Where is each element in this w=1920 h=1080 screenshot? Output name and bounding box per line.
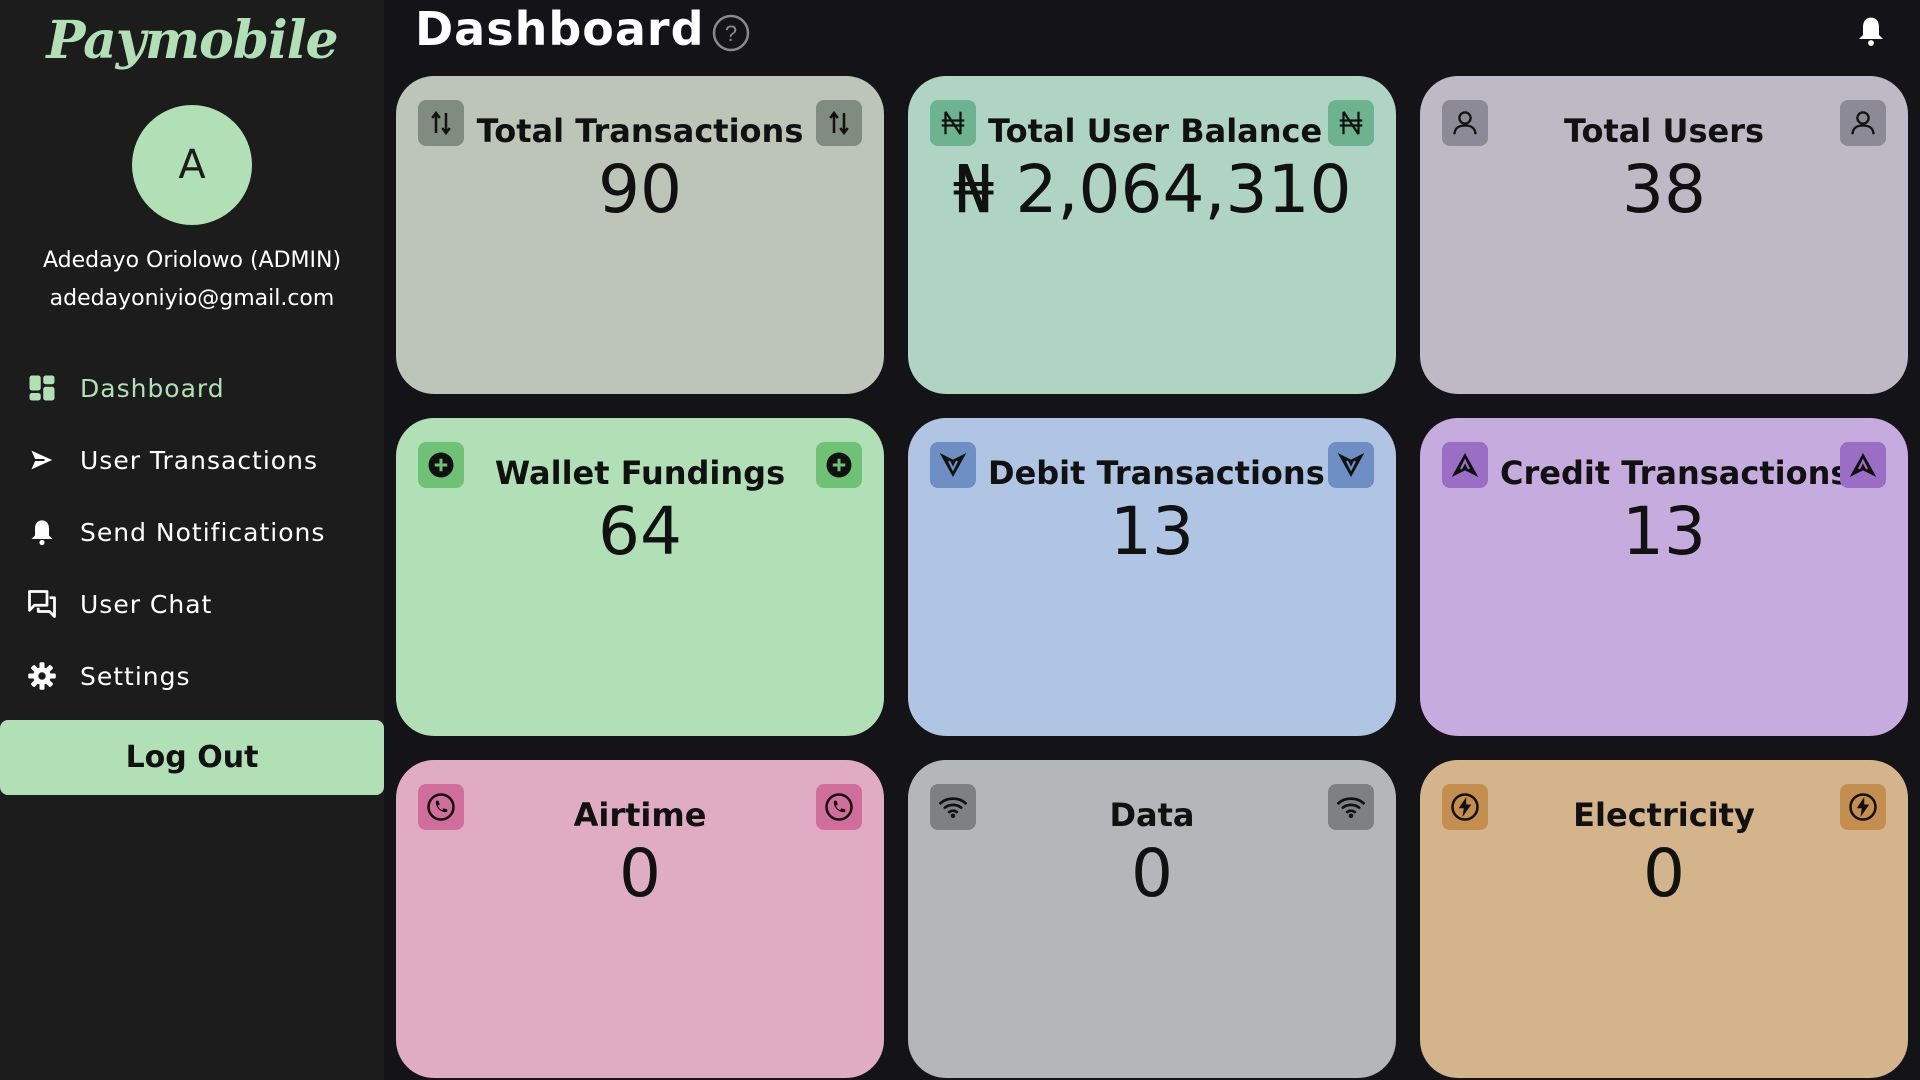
card-data: Data 0: [908, 760, 1396, 1078]
debit-icon: [1328, 442, 1374, 488]
card-value: 90: [598, 151, 682, 228]
user-email: adedayoniyio@gmail.com: [49, 286, 335, 311]
plus-circle-icon: [816, 442, 862, 488]
sidebar-item-user-chat[interactable]: User Chat: [0, 568, 384, 640]
sidebar-item-send-notifications[interactable]: Send Notifications: [0, 496, 384, 568]
sidebar-item-label: Send Notifications: [80, 517, 326, 547]
card-total-transactions: Total Transactions 90: [396, 76, 884, 394]
card-title: Electricity: [1573, 796, 1755, 834]
card-title: Debit Transactions: [988, 454, 1325, 492]
card-title: Credit Transactions: [1500, 454, 1850, 492]
swap-arrows-icon: [816, 100, 862, 146]
app-logo: Paymobile: [46, 10, 338, 71]
sidebar-item-label: Dashboard: [80, 373, 225, 403]
plus-circle-icon: [418, 442, 464, 488]
card-title: Data: [1109, 796, 1195, 834]
chat-icon: [26, 588, 58, 620]
card-value: 0: [1131, 835, 1173, 912]
help-icon[interactable]: ?: [712, 14, 750, 52]
wifi-icon: [930, 784, 976, 830]
sidebar-nav: Dashboard User Transactions Send Notific…: [0, 352, 384, 712]
debit-icon: [930, 442, 976, 488]
wifi-icon: [1328, 784, 1374, 830]
bell-icon: [26, 516, 58, 548]
card-value: 13: [1110, 493, 1194, 570]
card-value: ₦ 2,064,310: [952, 151, 1352, 228]
send-icon: [26, 444, 58, 476]
sidebar-item-label: Settings: [80, 661, 191, 691]
sidebar-item-dashboard[interactable]: Dashboard: [0, 352, 384, 424]
sidebar-item-user-transactions[interactable]: User Transactions: [0, 424, 384, 496]
dashboard-icon: [26, 372, 58, 404]
phone-icon: [816, 784, 862, 830]
card-title: Total Users: [1563, 112, 1765, 150]
card-total-user-balance: Total User Balance ₦ 2,064,310: [908, 76, 1396, 394]
naira-icon: [1328, 100, 1374, 146]
card-total-users: Total Users 38: [1420, 76, 1908, 394]
naira-icon: [930, 100, 976, 146]
card-airtime: Airtime 0: [396, 760, 884, 1078]
user-icon: [1840, 100, 1886, 146]
sidebar: Paymobile A Adedayo Oriolowo (ADMIN) ade…: [0, 0, 384, 1080]
card-debit-transactions: Debit Transactions 13: [908, 418, 1396, 736]
log-out-button[interactable]: Log Out: [0, 720, 384, 795]
user-name: Adedayo Oriolowo (ADMIN): [42, 248, 342, 273]
card-value: 13: [1622, 493, 1706, 570]
page-title: Dashboard: [415, 2, 705, 56]
credit-icon: [1840, 442, 1886, 488]
card-credit-transactions: Credit Transactions 13: [1420, 418, 1908, 736]
card-value: 38: [1622, 151, 1706, 228]
card-electricity: Electricity 0: [1420, 760, 1908, 1078]
lightning-icon: [1442, 784, 1488, 830]
notification-bell-icon[interactable]: [1855, 14, 1887, 48]
card-title: Total Transactions: [476, 112, 804, 150]
card-wallet-fundings: Wallet Fundings 64: [396, 418, 884, 736]
card-title: Total User Balance: [988, 112, 1323, 150]
sidebar-item-settings[interactable]: Settings: [0, 640, 384, 712]
avatar: A: [132, 105, 252, 225]
sidebar-item-label: User Chat: [80, 589, 213, 619]
card-value: 64: [598, 493, 682, 570]
card-value: 0: [1643, 835, 1685, 912]
credit-icon: [1442, 442, 1488, 488]
lightning-icon: [1840, 784, 1886, 830]
swap-arrows-icon: [418, 100, 464, 146]
card-value: 0: [619, 835, 661, 912]
user-icon: [1442, 100, 1488, 146]
svg-text:?: ?: [725, 21, 737, 46]
phone-icon: [418, 784, 464, 830]
card-title: Wallet Fundings: [494, 454, 786, 492]
gear-icon: [26, 660, 58, 692]
card-title: Airtime: [573, 796, 707, 834]
sidebar-item-label: User Transactions: [80, 445, 318, 475]
